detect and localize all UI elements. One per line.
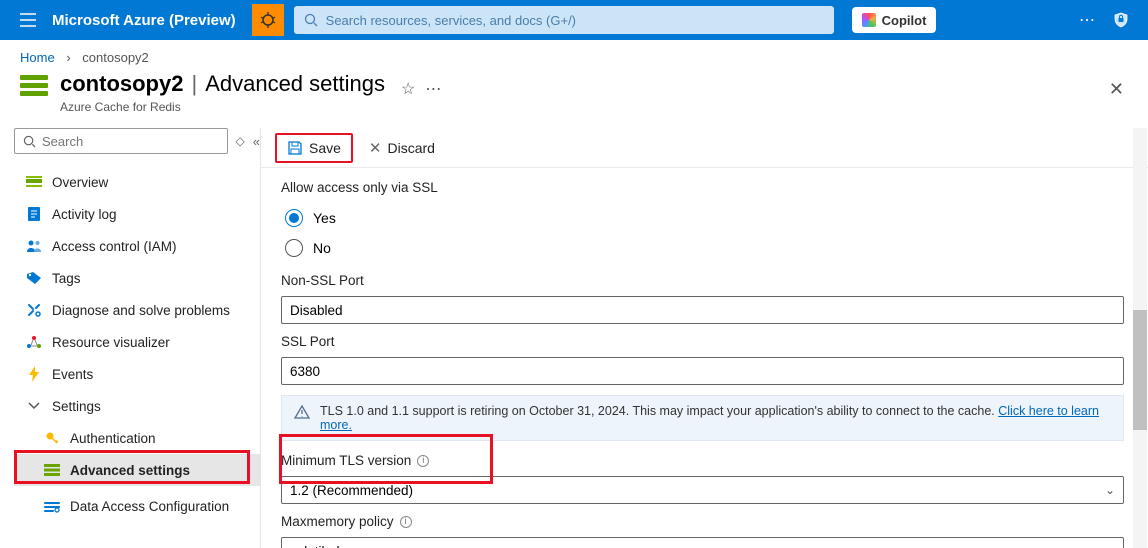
access-control-icon: [26, 238, 42, 254]
sidebar-search[interactable]: [14, 128, 228, 154]
discard-button[interactable]: ✕ Discard: [359, 133, 445, 163]
page-title: Advanced settings: [205, 71, 385, 97]
shield-icon[interactable]: [1112, 11, 1130, 29]
chevron-down-icon: ⌄: [1105, 483, 1115, 497]
warning-icon: [294, 404, 310, 420]
nav-tags[interactable]: Tags: [14, 262, 260, 294]
chevron-down-icon: [26, 398, 42, 414]
copilot-button[interactable]: Copilot: [852, 7, 937, 33]
discard-x-icon: ✕: [369, 139, 382, 157]
hamburger-menu[interactable]: [8, 0, 48, 40]
data-access-icon: [44, 498, 60, 514]
preview-bug-button[interactable]: [252, 4, 284, 36]
save-icon: [287, 140, 303, 156]
topbar-more-icon[interactable]: ⋯: [1079, 10, 1096, 30]
key-icon: [44, 430, 60, 446]
breadcrumb-resource: contosopy2: [82, 50, 149, 65]
tag-icon: [26, 270, 42, 286]
collapse-sidebar-icon[interactable]: «: [253, 134, 260, 149]
nav-authentication[interactable]: Authentication: [14, 422, 260, 454]
redis-resource-icon: [20, 75, 50, 105]
events-icon: [26, 366, 42, 382]
maxmemory-select[interactable]: volatile-lru ⌄: [281, 537, 1124, 548]
sidebar-search-input[interactable]: [42, 134, 219, 149]
global-search-input[interactable]: [326, 13, 824, 28]
breadcrumb-home[interactable]: Home: [20, 50, 55, 65]
nav-resource-visualizer[interactable]: Resource visualizer: [14, 326, 260, 358]
nav-activity-log[interactable]: Activity log: [14, 198, 260, 230]
tls-version-label: Minimum TLS version i: [281, 453, 1124, 468]
ssl-port-label: SSL Port: [281, 334, 1124, 349]
ssl-port-field[interactable]: 6380: [281, 357, 1124, 385]
breadcrumb: Home › contosopy2: [0, 40, 1148, 71]
maxmemory-info-icon[interactable]: i: [400, 516, 412, 528]
nonssl-port-field[interactable]: Disabled: [281, 296, 1124, 324]
copilot-icon: [862, 13, 876, 27]
nav-events[interactable]: Events: [14, 358, 260, 390]
brand: Microsoft Azure (Preview): [52, 12, 236, 29]
header-more-icon[interactable]: ⋯: [425, 79, 441, 99]
nav-settings-group[interactable]: Settings: [14, 390, 260, 422]
ssl-access-label: Allow access only via SSL: [281, 180, 1124, 195]
maxmemory-label: Maxmemory policy i: [281, 514, 1124, 529]
ssl-no-radio[interactable]: No: [285, 233, 1124, 263]
chevron-right-icon: ›: [66, 50, 70, 65]
visualizer-icon: [26, 334, 42, 350]
nav-data-access-config[interactable]: Data Access Configuration: [14, 486, 260, 526]
tls-retirement-banner: TLS 1.0 and 1.1 support is retiring on O…: [281, 395, 1124, 441]
favorite-star-icon[interactable]: ☆: [401, 79, 415, 99]
diagnose-icon: [26, 302, 42, 318]
save-button[interactable]: Save: [275, 133, 353, 163]
activity-log-icon: [26, 206, 42, 222]
nav-overview[interactable]: Overview: [14, 166, 260, 198]
nav-advanced-settings[interactable]: Advanced settings: [14, 454, 260, 486]
ssl-yes-radio[interactable]: Yes: [285, 203, 1124, 233]
tls-info-icon[interactable]: i: [417, 455, 429, 467]
close-blade-icon[interactable]: ✕: [1109, 79, 1128, 100]
resource-type: Azure Cache for Redis: [60, 100, 385, 114]
nav-access-control[interactable]: Access control (IAM): [14, 230, 260, 262]
scrollbar-thumb[interactable]: [1133, 310, 1147, 430]
nonssl-port-label: Non-SSL Port: [281, 273, 1124, 288]
resource-name: contosopy2: [60, 71, 183, 97]
redis-small-icon: [44, 462, 60, 478]
tls-version-select[interactable]: 1.2 (Recommended) ⌄: [281, 476, 1124, 504]
global-search[interactable]: [294, 6, 834, 34]
nav-diagnose[interactable]: Diagnose and solve problems: [14, 294, 260, 326]
chevron-down-icon: ⌄: [1105, 544, 1115, 548]
overview-icon: [26, 174, 42, 190]
sidebar-expand-icon[interactable]: ◇: [236, 134, 245, 148]
